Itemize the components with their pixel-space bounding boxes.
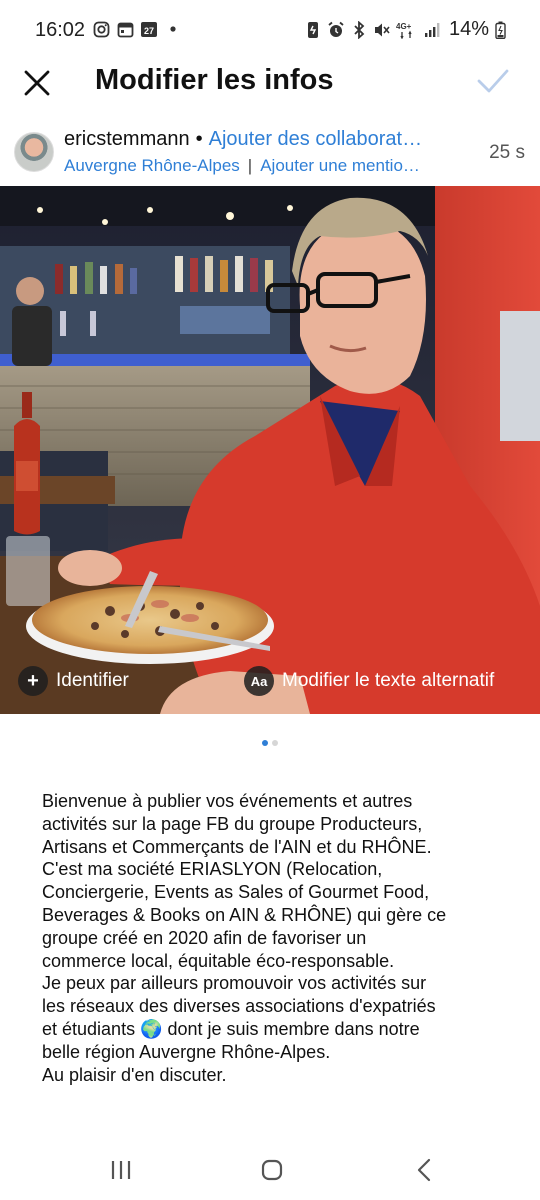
battery-percent: 14% [448, 18, 489, 40]
status-time: 16:02 [35, 19, 86, 41]
add-collaborators-link[interactable]: Ajouter des collaborat… [209, 128, 422, 150]
caption-line: les réseaux des diverses associations d'… [42, 996, 436, 1017]
close-button[interactable] [22, 68, 52, 98]
alt-text-icon: Aa [244, 666, 274, 696]
caption-line: Au plaisir d'en discuter. [42, 1064, 227, 1085]
carousel-indicator [0, 740, 540, 746]
calendar-icon [116, 20, 134, 38]
caption-line: groupe créé en 2020 afin de favoriser un [42, 927, 367, 948]
instagram-icon [92, 20, 110, 38]
mute-icon [373, 21, 391, 39]
calendar-day-icon: 27 [140, 20, 158, 38]
back-window [500, 311, 540, 441]
photo-illustration [0, 186, 540, 714]
caption-line: Bienvenue à publier vos événements et au… [42, 791, 413, 811]
calendar-day-text: 27 [144, 26, 154, 36]
location-mention-line: Auvergne Rhône-Alpes | Ajouter une mentio… [64, 156, 454, 176]
home-icon [261, 1159, 283, 1181]
network-type-text: 4G+ [396, 22, 412, 31]
home-button[interactable] [252, 1150, 292, 1190]
confirm-button[interactable] [476, 66, 510, 96]
signal-icon [423, 21, 441, 39]
post-time-ago: 25 s [489, 142, 525, 163]
caption-line: Je peux par ailleurs promouvoir vos acti… [42, 973, 427, 994]
add-mention-link[interactable]: Ajouter une mentio… [260, 156, 420, 175]
caption-line: et étudiants 🌍 dont je suis membre dans … [42, 1018, 420, 1039]
page-title: Modifier les infos [95, 64, 334, 96]
battery-charging-icon [494, 21, 506, 39]
caption-line: Conciergerie, Events as Sales of Gourmet… [42, 882, 430, 903]
carousel-dot [272, 740, 278, 746]
recent-apps-button[interactable] [101, 1150, 141, 1190]
caption-line: activités sur la page FB du groupe Produ… [42, 813, 423, 834]
edit-alt-text-label: Modifier le texte alternatif [282, 670, 495, 691]
caption-line: Beverages & Books on AIN & RHÔNE) qui gè… [42, 904, 447, 925]
status-bar: 16:02 27 4G+ 14% [0, 0, 540, 60]
status-system-icons: 4G+ 14% [304, 18, 506, 41]
caption-text[interactable]: Bienvenue à publier vos événements et au… [42, 790, 512, 1086]
back-button[interactable] [404, 1150, 444, 1190]
post-photo[interactable]: + Identifier Aa Modifier le texte altern… [0, 186, 540, 714]
caption-line: Artisans et Commerçants de l'AIN et du R… [42, 836, 432, 857]
top-app-bar: Modifier les infos [0, 60, 540, 104]
check-icon [477, 69, 509, 93]
separator-dot: • [195, 128, 203, 150]
caption-line: commerce local, équitable éco-responsabl… [42, 950, 395, 971]
identify-label: Identifier [56, 670, 129, 691]
plus-icon: + [18, 666, 48, 696]
carousel-dot-active [262, 740, 268, 746]
author-line: ericstemmann • Ajouter des collaborat… [64, 128, 454, 151]
system-navigation-bar [0, 1140, 540, 1200]
caption-line: C'est ma société ERIASLYON (Relocation, [42, 859, 383, 880]
caption-line: belle région Auvergne Rhône-Alpes. [42, 1041, 331, 1062]
data-saver-icon [304, 21, 322, 39]
username: ericstemmann [64, 128, 190, 150]
network-type-icon: 4G+ [396, 21, 418, 39]
post-author-row: ericstemmann • Ajouter des collaborat… Auv… [0, 124, 540, 182]
pipe-separator: | [247, 156, 253, 175]
bluetooth-icon [350, 20, 368, 39]
pizza [26, 586, 274, 664]
back-icon [417, 1158, 431, 1182]
location-link[interactable]: Auvergne Rhône-Alpes [64, 156, 240, 175]
glass [6, 536, 50, 606]
recent-apps-icon [111, 1161, 131, 1179]
more-notifications-dot-icon [164, 20, 182, 38]
close-icon [24, 70, 50, 96]
status-notification-icons: 27 [92, 20, 182, 38]
identify-button[interactable]: + Identifier [18, 666, 129, 696]
avatar[interactable] [14, 132, 54, 172]
edit-alt-text-button[interactable]: Aa Modifier le texte alternatif [244, 666, 494, 696]
alarm-icon [327, 21, 345, 39]
